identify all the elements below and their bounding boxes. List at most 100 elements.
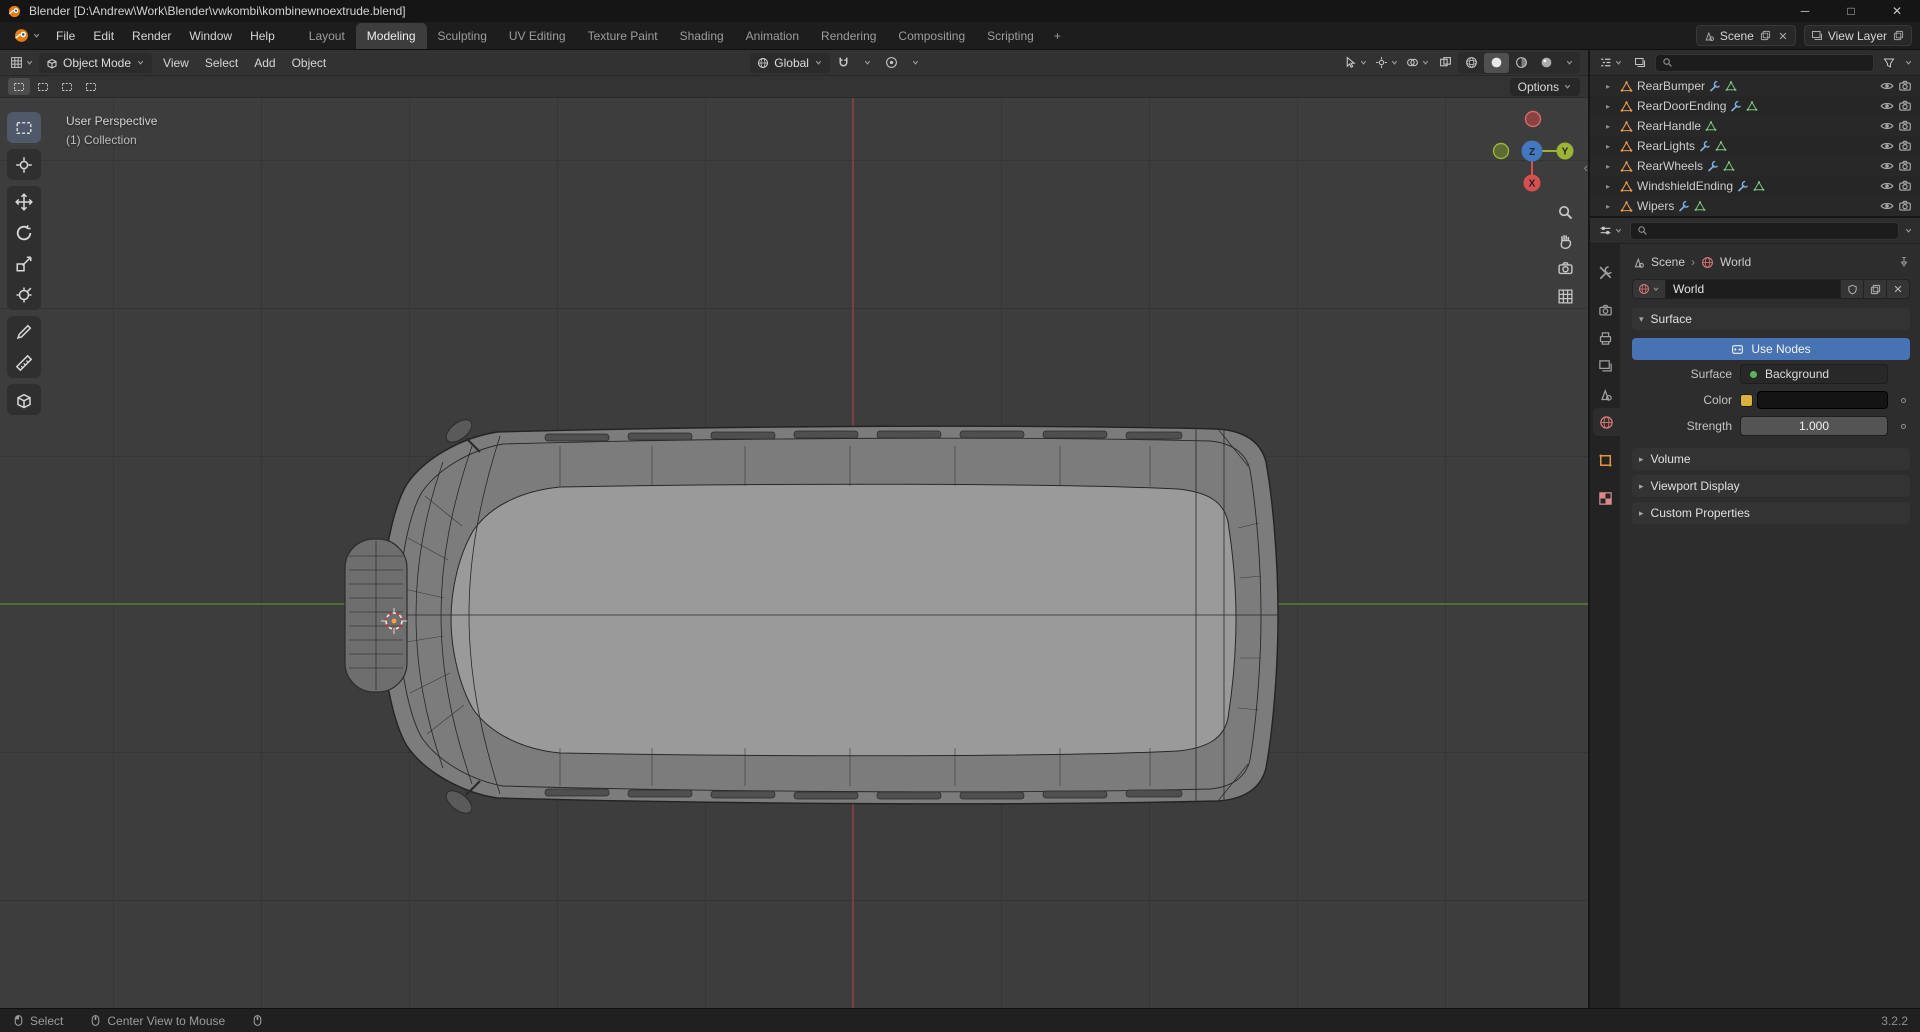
outliner-item-rearbumper[interactable]: ▸ RearBumper: [1590, 76, 1920, 96]
properties-tab-tool[interactable]: [1590, 258, 1620, 286]
outliner-display-mode-button[interactable]: [1630, 53, 1650, 73]
hide-in-viewport-toggle[interactable]: [1880, 99, 1894, 113]
viewport-menu-view[interactable]: View: [155, 52, 197, 74]
shading-solid-button[interactable]: [1484, 52, 1509, 73]
expand-arrow-icon[interactable]: ▸: [1606, 162, 1616, 171]
select-mode-subtract-button[interactable]: [56, 78, 78, 95]
expand-arrow-icon[interactable]: ▸: [1606, 182, 1616, 191]
chevron-down-icon[interactable]: [1904, 226, 1913, 235]
expand-arrow-icon[interactable]: ▸: [1606, 202, 1616, 211]
outliner-filter-button[interactable]: [1879, 53, 1899, 73]
close-button[interactable]: ✕: [1874, 0, 1920, 22]
select-mode-intersect-button[interactable]: [80, 78, 102, 95]
panel-viewport-display[interactable]: ▸ Viewport Display: [1632, 475, 1910, 497]
properties-editor-type-button[interactable]: [1597, 221, 1625, 241]
properties-tab-output[interactable]: [1590, 324, 1620, 352]
properties-tab-object[interactable]: [1590, 446, 1620, 474]
menu-render[interactable]: Render: [123, 25, 180, 47]
breadcrumb-scene[interactable]: Scene: [1651, 255, 1685, 269]
hide-in-viewport-toggle[interactable]: [1880, 79, 1894, 93]
color-swatch[interactable]: [1757, 391, 1888, 409]
workspace-tab-rendering[interactable]: Rendering: [810, 23, 887, 49]
hide-in-viewport-toggle[interactable]: [1880, 139, 1894, 153]
breadcrumb-world[interactable]: World: [1720, 255, 1751, 269]
pin-id-button[interactable]: [1898, 256, 1910, 268]
properties-tab-scene[interactable]: [1590, 380, 1620, 408]
shading-material-button[interactable]: [1509, 53, 1534, 73]
unlink-world-button[interactable]: [1887, 279, 1910, 299]
browse-world-button[interactable]: [1632, 279, 1666, 299]
animate-color-button[interactable]: [1896, 397, 1910, 403]
van-model[interactable]: [344, 415, 1279, 817]
workspace-tab-modeling[interactable]: Modeling: [355, 23, 427, 49]
expand-arrow-icon[interactable]: ▸: [1606, 102, 1616, 111]
proportional-editing-toggle[interactable]: [882, 53, 902, 73]
navigation-gizmo[interactable]: Y X Z: [1492, 106, 1584, 202]
disable-in-renders-toggle[interactable]: [1898, 179, 1912, 193]
properties-tab-texture[interactable]: [1590, 484, 1620, 512]
tool-cursor[interactable]: [7, 149, 41, 180]
workspace-tab-layout[interactable]: Layout: [298, 23, 356, 49]
workspace-tab-sculpting[interactable]: Sculpting: [427, 23, 498, 49]
tool-scale[interactable]: [7, 248, 41, 279]
outliner-item-reardoorending[interactable]: ▸ RearDoorEnding: [1590, 96, 1920, 116]
workspace-tab-scripting[interactable]: Scripting: [976, 23, 1045, 49]
workspace-tab-texture-paint[interactable]: Texture Paint: [577, 23, 669, 49]
surface-shader-dropdown[interactable]: Background: [1740, 364, 1888, 384]
fake-user-button[interactable]: [1841, 279, 1864, 299]
overlays-dropdown[interactable]: [1404, 53, 1432, 73]
menu-edit[interactable]: Edit: [84, 25, 123, 47]
editor-type-button[interactable]: [8, 53, 36, 73]
properties-tab-render[interactable]: [1590, 296, 1620, 324]
proportional-falloff-dropdown[interactable]: [906, 53, 926, 73]
snap-toggle[interactable]: [834, 53, 854, 73]
color-socket-icon[interactable]: [1740, 393, 1753, 407]
disable-in-renders-toggle[interactable]: [1898, 79, 1912, 93]
minimize-button[interactable]: ─: [1782, 0, 1828, 22]
workspace-tab-compositing[interactable]: Compositing: [887, 23, 976, 49]
tool-move[interactable]: [7, 186, 41, 217]
transform-orientation-dropdown[interactable]: Global: [750, 52, 830, 73]
use-nodes-button[interactable]: Use Nodes: [1632, 338, 1910, 360]
strength-slider[interactable]: 1.000: [1740, 416, 1888, 436]
expand-arrow-icon[interactable]: ▸: [1606, 142, 1616, 151]
unlink-scene-button[interactable]: [1777, 31, 1789, 41]
pan-hand-icon[interactable]: [1557, 232, 1574, 249]
outliner-item-rearwheels[interactable]: ▸ RearWheels: [1590, 156, 1920, 176]
select-mode-set-button[interactable]: [8, 78, 30, 95]
tool-annotate[interactable]: [7, 316, 41, 347]
tool-transform[interactable]: [7, 279, 41, 310]
animate-strength-button[interactable]: [1896, 423, 1910, 429]
outliner-search-input[interactable]: [1678, 55, 1867, 70]
disable-in-renders-toggle[interactable]: [1898, 139, 1912, 153]
gizmo-axis-neg-x[interactable]: [1524, 110, 1542, 128]
new-world-button[interactable]: [1864, 279, 1887, 299]
xray-toggle[interactable]: [1435, 53, 1455, 73]
maximize-button[interactable]: □: [1828, 0, 1874, 22]
properties-tab-view-layer[interactable]: [1590, 352, 1620, 380]
tool-measure[interactable]: [7, 347, 41, 378]
viewport-menu-object[interactable]: Object: [284, 52, 335, 74]
outliner-item-rearlights[interactable]: ▸ RearLights: [1590, 136, 1920, 156]
outliner-item-rearhandle[interactable]: ▸ RearHandle: [1590, 116, 1920, 136]
world-name-field[interactable]: World: [1666, 279, 1841, 299]
properties-search-input[interactable]: [1653, 223, 1892, 238]
viewport-menu-add[interactable]: Add: [246, 52, 283, 74]
properties-search[interactable]: [1630, 221, 1899, 240]
disable-in-renders-toggle[interactable]: [1898, 159, 1912, 173]
hide-in-viewport-toggle[interactable]: [1880, 199, 1894, 213]
menu-help[interactable]: Help: [241, 25, 284, 47]
scene-selector[interactable]: Scene: [1695, 25, 1796, 46]
expand-arrow-icon[interactable]: ▸: [1606, 122, 1616, 131]
object-visibility-dropdown[interactable]: [1342, 53, 1370, 73]
properties-tab-world[interactable]: [1593, 408, 1620, 436]
workspace-tab-shading[interactable]: Shading: [669, 23, 735, 49]
snap-settings-dropdown[interactable]: [858, 53, 878, 73]
hide-in-viewport-toggle[interactable]: [1880, 179, 1894, 193]
disable-in-renders-toggle[interactable]: [1898, 119, 1912, 133]
gizmos-dropdown[interactable]: [1373, 53, 1401, 73]
options-dropdown[interactable]: Options: [1509, 77, 1580, 96]
outliner-search[interactable]: [1655, 53, 1874, 72]
select-mode-extend-button[interactable]: [32, 78, 54, 95]
shading-rendered-button[interactable]: [1534, 53, 1559, 73]
